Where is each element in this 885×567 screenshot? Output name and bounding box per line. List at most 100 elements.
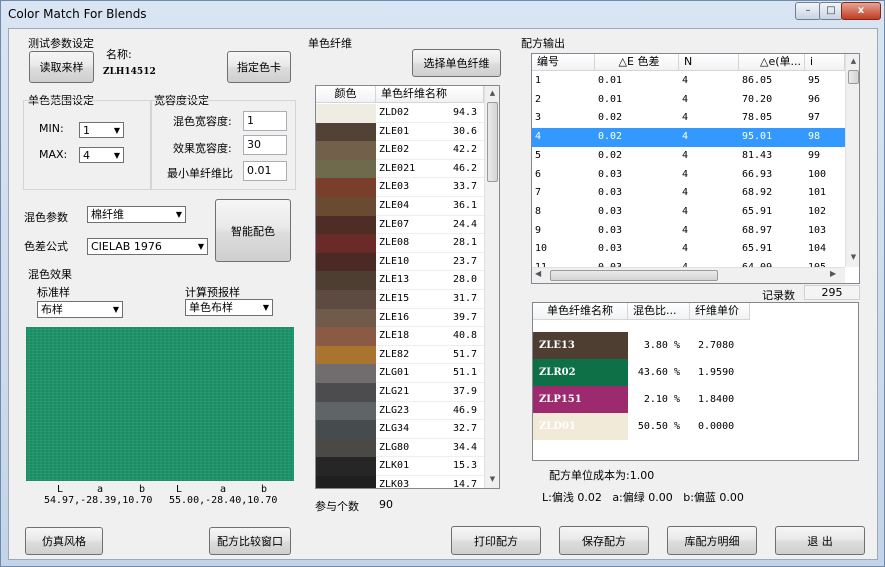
fiber-row[interactable]: ZLE01 30.6: [316, 122, 484, 142]
fiber-color-swatch: [316, 215, 376, 235]
recipe-cell: 101: [808, 187, 827, 199]
recipe-table[interactable]: 编号 △E 色差 N △e(单... i 1 0.01 4 86.05 95 2 0.01 4…: [531, 53, 860, 284]
min-select[interactable]: 1 ▼: [79, 122, 124, 138]
recipe-row[interactable]: 2 0.01 4 70.20 96: [532, 91, 845, 110]
simulate-style-button[interactable]: 仿真风格: [25, 527, 103, 555]
recipe-col-n[interactable]: N: [679, 54, 739, 71]
comp-col-name[interactable]: 单色纤维名称: [533, 303, 628, 320]
recipe-row[interactable]: 1 0.01 4 86.05 95: [532, 72, 845, 91]
composition-row[interactable]: ZLE13 3.80 % 2.7080: [533, 332, 858, 359]
fiber-row[interactable]: ZLE08 28.1: [316, 234, 484, 253]
recipe-row[interactable]: 4 0.02 4 95.01 98: [532, 128, 845, 147]
recipe-row[interactable]: 5 0.02 4 81.43 99: [532, 147, 845, 166]
fiber-row[interactable]: ZLE10 23.7: [316, 252, 484, 272]
comp-col-price[interactable]: 纤维单价: [690, 303, 750, 320]
fiber-name: ZLE10: [376, 253, 450, 272]
recipe-col-single[interactable]: △e(单...: [739, 54, 805, 71]
recipe-col-i[interactable]: i: [805, 54, 845, 71]
col-name-header[interactable]: 单色纤维名称: [376, 86, 484, 103]
fiber-scrollbar[interactable]: ▲ ▼: [484, 86, 499, 488]
save-recipe-button[interactable]: 保存配方: [559, 526, 649, 555]
fiber-row[interactable]: ZLD02 94.3: [316, 104, 484, 123]
fiber-row[interactable]: ZLE15 31.7: [316, 290, 484, 309]
recipe-row[interactable]: 7 0.03 4 68.92 101: [532, 184, 845, 203]
fiber-row[interactable]: ZLE02 42.2: [316, 141, 484, 160]
formula-label: 色差公式: [24, 240, 68, 253]
close-button[interactable]: x: [841, 2, 881, 20]
fiber-row[interactable]: ZLE021 46.2: [316, 159, 484, 179]
specify-card-button[interactable]: 指定色卡: [227, 51, 291, 83]
fiber-row[interactable]: ZLE07 24.4: [316, 215, 484, 235]
recipe-row[interactable]: 10 0.03 4 65.91 104: [532, 240, 845, 259]
fiber-row[interactable]: ZLE82 51.7: [316, 345, 484, 365]
smart-match-button[interactable]: 智能配色: [215, 199, 291, 262]
comp-fiber-swatch: ZLD01: [533, 413, 628, 440]
fiber-value: 14.7: [450, 476, 484, 488]
recipe-row[interactable]: 9 0.03 4 68.97 103: [532, 222, 845, 241]
scroll-up-icon[interactable]: ▲: [846, 54, 859, 69]
recipe-cell: 4: [682, 112, 689, 124]
single-range-group: [23, 100, 151, 190]
library-detail-button[interactable]: 库配方明细: [667, 526, 757, 555]
fiber-row[interactable]: ZLE03 33.7: [316, 178, 484, 197]
fiber-row[interactable]: ZLE04 36.1: [316, 197, 484, 216]
fiber-row[interactable]: ZLG34 32.7: [316, 420, 484, 439]
recipe-row[interactable]: 8 0.03 4 65.91 102: [532, 203, 845, 222]
fiber-color-swatch: [316, 234, 376, 253]
fiber-row[interactable]: ZLE13 28.0: [316, 271, 484, 290]
maximize-button[interactable]: □: [819, 2, 843, 20]
left-lab-values: 54.97,-28.39,10.70: [44, 495, 153, 506]
fiber-row[interactable]: ZLE18 40.8: [316, 327, 484, 346]
fiber-row[interactable]: ZLE16 39.7: [316, 308, 484, 328]
recipe-hscroll[interactable]: ◀ ▶: [532, 267, 845, 283]
min-ratio-input[interactable]: 0.01: [243, 161, 287, 181]
max-select[interactable]: 4 ▼: [79, 147, 124, 163]
mix-params-select[interactable]: 棉纤维 ▼: [87, 206, 186, 223]
scroll-down-icon[interactable]: ▼: [485, 472, 499, 487]
mix-tolerance-input[interactable]: 1: [243, 111, 287, 131]
recipe-col-id[interactable]: 编号: [532, 54, 595, 71]
scroll-down-icon[interactable]: ▼: [846, 250, 859, 265]
recipe-cell: 2: [535, 93, 542, 105]
hscroll-thumb[interactable]: [550, 270, 718, 281]
fiber-row[interactable]: ZLK01 15.3: [316, 457, 484, 476]
compare-window-button[interactable]: 配方比较窗口: [209, 527, 291, 555]
scroll-right-icon[interactable]: ▶: [830, 269, 836, 278]
effect-tolerance-input[interactable]: 30: [243, 135, 287, 155]
count-value: 90: [379, 498, 393, 511]
fiber-table[interactable]: 颜色 单色纤维名称 ZLD02 94.3 ZLE01 30.6 ZLE02 42.2 ZLE…: [315, 85, 500, 489]
comp-col-ratio[interactable]: 混色比...: [628, 303, 690, 320]
exit-button[interactable]: 退 出: [775, 526, 865, 555]
fiber-color-swatch: [316, 438, 376, 458]
scroll-up-icon[interactable]: ▲: [485, 86, 499, 101]
composition-table[interactable]: 单色纤维名称 混色比... 纤维单价 ZLE13 3.80 % 2.7080 ZLR0…: [532, 302, 859, 461]
formula-select[interactable]: CIELAB 1976 ▼: [87, 238, 208, 255]
recipe-vscroll[interactable]: ▲ ▼: [845, 54, 859, 267]
fiber-row[interactable]: ZLG21 37.9: [316, 383, 484, 402]
scroll-thumb[interactable]: [848, 70, 859, 84]
fiber-row[interactable]: ZLG80 34.4: [316, 438, 484, 458]
recipe-row[interactable]: 3 0.02 4 78.05 97: [532, 109, 845, 128]
recipe-row[interactable]: 6 0.03 4 66.93 100: [532, 166, 845, 185]
read-sample-button[interactable]: 读取来样: [29, 51, 94, 83]
scroll-thumb[interactable]: [487, 102, 498, 182]
comp-price: 1.8400: [698, 394, 735, 405]
print-recipe-button[interactable]: 打印配方: [451, 526, 541, 555]
comp-fiber-swatch: ZLP151: [533, 386, 628, 413]
select-fiber-button[interactable]: 选择单色纤维: [412, 49, 501, 77]
standard-select[interactable]: 布样 ▼: [37, 301, 123, 318]
fiber-name: ZLE15: [376, 290, 450, 309]
col-color-header[interactable]: 颜色: [316, 86, 376, 103]
composition-row[interactable]: ZLP151 2.10 % 1.8400: [533, 386, 858, 413]
fiber-row[interactable]: ZLG01 51.1: [316, 364, 484, 383]
composition-row[interactable]: ZLR02 43.60 % 1.9590: [533, 359, 858, 386]
fiber-row[interactable]: ZLG23 46.9: [316, 401, 484, 421]
fiber-row[interactable]: ZLK03 14.7: [316, 476, 484, 488]
scroll-left-icon[interactable]: ◀: [535, 269, 541, 278]
predict-select[interactable]: 单色布样 ▼: [185, 299, 273, 316]
composition-row[interactable]: ZLD01 50.50 % 0.0000: [533, 413, 858, 440]
comp-ratio: 43.60 %: [637, 367, 680, 378]
minimize-button[interactable]: –: [795, 2, 821, 20]
recipe-col-de[interactable]: △E 色差: [595, 54, 679, 71]
fiber-name: ZLG01: [376, 364, 450, 383]
